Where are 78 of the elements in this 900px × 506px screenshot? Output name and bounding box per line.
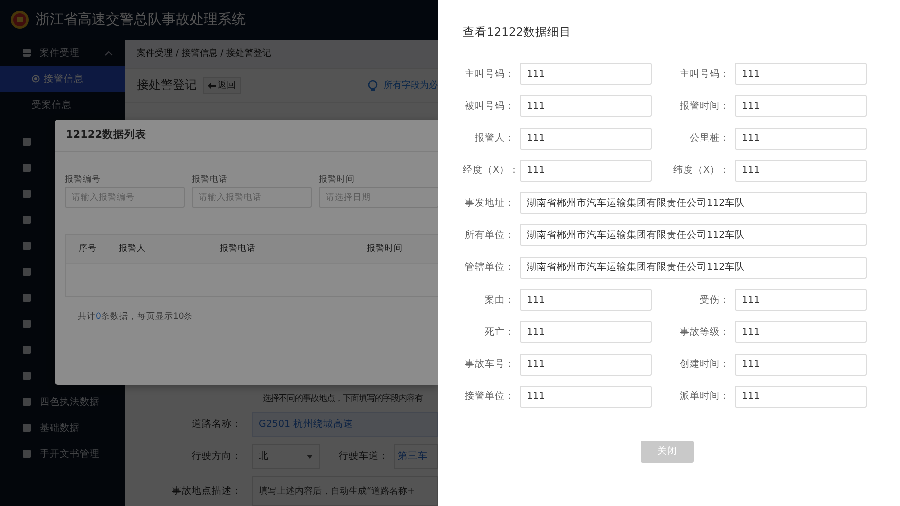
column-header: 序号 (79, 243, 98, 255)
page-title: 接处警登记 (137, 77, 197, 94)
input-field[interactable]: 111 (520, 95, 652, 118)
menu-item-icon[interactable] (22, 319, 32, 329)
menu-item-icon (22, 397, 32, 407)
menu-item-icon[interactable] (22, 371, 32, 381)
breadcrumb: 案件受理 / 接警信息 / 接处警登记 (125, 40, 438, 69)
filter-label: 报警编号 (65, 174, 102, 187)
field-label: 行驶方向： (191, 450, 243, 463)
notice-text: 所有字段为必 (384, 80, 438, 92)
filter-label: 报警时间 (319, 174, 356, 187)
column-header: 报警时间 (367, 243, 404, 255)
input-field[interactable]: 111 (735, 95, 867, 118)
back-arrow-icon (208, 82, 216, 88)
input-field[interactable]: 111 (520, 321, 652, 344)
input-field[interactable]: 111 (520, 160, 652, 182)
textarea-field[interactable]: 填写上述内容后，自动生成“道路名称+ (252, 476, 438, 506)
app-title: 浙江省高速交警总队事故处理系统 (36, 11, 246, 29)
field-label: 管辖单位： (464, 261, 515, 274)
radio-icon (32, 75, 40, 83)
chevron-icon (105, 51, 113, 56)
input-field[interactable]: 111 (735, 386, 867, 408)
drawer-title: 查看12122数据细目 (463, 24, 573, 40)
field-label: 主叫号码： (679, 68, 730, 80)
field-label: 报警人： (474, 132, 515, 146)
field-label: 报警时间： (679, 100, 730, 113)
input-field[interactable]: 湖南省郴州市汽车运输集团有限责任公司112车队 (520, 224, 867, 246)
field-label: 案由： (484, 294, 515, 307)
input-field[interactable]: 111 (520, 386, 652, 408)
field-label: 经度（X）： (463, 164, 515, 178)
input-field[interactable]: 111 (735, 321, 867, 344)
menu-item-icon[interactable] (22, 345, 32, 355)
field-label: 派单时间： (679, 390, 730, 404)
input-field[interactable]: 111 (735, 289, 867, 312)
caret-icon (307, 454, 313, 458)
field-label: 接警单位： (464, 390, 515, 404)
column-header: 报警人 (119, 243, 147, 255)
input-field[interactable]: 111 (735, 354, 867, 376)
menu-item-icon (22, 449, 32, 459)
menu-item-icon[interactable] (22, 267, 32, 277)
field-label: 死亡： (484, 326, 515, 339)
field-label: 行驶车道： (338, 450, 390, 463)
input-field[interactable]: 111 (520, 289, 652, 312)
field-label: 公里桩： (689, 132, 730, 146)
input-field[interactable]: 湖南省郴州市汽车运输集团有限责任公司112车队 (520, 256, 867, 279)
emblem-icon (10, 10, 30, 30)
filter-label: 报警电话 (192, 174, 229, 187)
field-label: 道路名称： (191, 418, 243, 431)
input-field[interactable]: 111 (735, 160, 867, 182)
menu-item-icon[interactable] (22, 293, 32, 303)
menu-item-icon (22, 423, 32, 433)
input-field[interactable]: 111 (520, 128, 652, 150)
menu-item-icon[interactable] (22, 215, 32, 225)
field-label: 创建时间： (679, 358, 730, 372)
dialog-title: 12122数据列表 (55, 120, 438, 152)
field-label: 被叫号码： (464, 100, 515, 113)
menu-item-icon[interactable] (22, 241, 32, 251)
column-header: 报警电话 (220, 243, 257, 255)
hint-text: 选择不同的事故地点，下面填写的字段内容有 (263, 392, 423, 405)
menu-item-icon[interactable] (22, 163, 32, 173)
pagination-text: 共计0条数据，每页显示10条 (77, 311, 194, 323)
input-field[interactable]: 111 (520, 63, 652, 85)
field-label: 所有单位： (464, 228, 515, 242)
input-field[interactable]: 111 (735, 128, 867, 150)
input-field[interactable]: 111 (735, 63, 867, 85)
inbox-icon (22, 48, 32, 58)
field-label: 事故地点描述： (171, 484, 243, 498)
menu-item-icon[interactable] (22, 189, 32, 199)
input-field[interactable]: 湖南省郴州市汽车运输集团有限责任公司112车队 (520, 192, 867, 214)
menu-item-icon[interactable] (22, 137, 32, 147)
lightbulb-icon (368, 80, 378, 92)
field-label: 事故车号： (464, 358, 515, 372)
field-label: 纬度（X）： (672, 164, 730, 178)
field-label: 受伤： (699, 294, 730, 307)
input-field[interactable]: 111 (520, 354, 652, 376)
field-label: 事故等级： (679, 326, 730, 339)
field-label: 主叫号码： (464, 68, 515, 80)
field-label: 事发地址： (464, 196, 515, 210)
